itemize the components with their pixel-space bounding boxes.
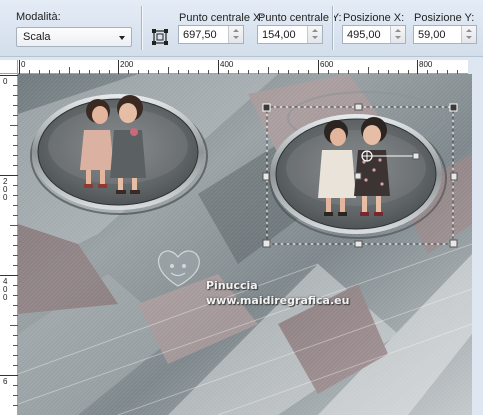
- position-x-spinner[interactable]: [390, 26, 405, 43]
- mode-dropdown-value: Scala: [23, 31, 51, 43]
- center-x-label: Punto centrale X:: [179, 12, 264, 24]
- horizontal-ruler[interactable]: 0 200 400 600 800: [18, 60, 468, 74]
- right-gutter: [472, 60, 483, 415]
- side-handle[interactable]: [450, 172, 458, 181]
- ruler-ticks: [0, 75, 18, 406]
- corner-handle[interactable]: [449, 103, 458, 112]
- mode-dropdown[interactable]: Scala: [16, 27, 132, 47]
- watermark-name: Pinuccia: [206, 279, 258, 292]
- ruler-ticks: [19, 60, 458, 74]
- pick-tool-options-bar: Modalità: Scala Punto centrale X: 697,50…: [0, 0, 483, 57]
- center-y-spinner[interactable]: [307, 26, 322, 43]
- image-canvas[interactable]: Pinuccia www.maidiregrafica.eu: [18, 74, 472, 415]
- position-y-value: 59,00: [418, 29, 446, 41]
- center-x-spinner[interactable]: [228, 26, 243, 43]
- position-y-spinner[interactable]: [461, 26, 476, 43]
- vertical-ruler[interactable]: 0 2 0 0 4 0 0 6: [0, 74, 18, 415]
- canvas-artwork: [18, 74, 472, 415]
- watermark-site: www.maidiregrafica.eu: [206, 294, 350, 307]
- position-x-value: 495,00: [347, 29, 381, 41]
- corner-handle[interactable]: [262, 239, 271, 248]
- ruler-corner: [0, 60, 18, 74]
- pick-node-button[interactable]: [149, 26, 171, 48]
- center-y-label: Punto centrale Y:: [258, 12, 342, 24]
- center-x-field[interactable]: 697,50: [178, 25, 244, 44]
- transform-node-icon: [152, 29, 168, 45]
- toolbar-separator: [332, 6, 333, 50]
- side-handle[interactable]: [354, 103, 363, 111]
- position-x-label: Posizione X:: [343, 12, 405, 24]
- position-x-field[interactable]: 495,00: [342, 25, 406, 44]
- center-y-field[interactable]: 154,00: [257, 25, 323, 44]
- center-x-value: 697,50: [183, 29, 217, 41]
- corner-handle[interactable]: [262, 103, 271, 112]
- position-y-field[interactable]: 59,00: [413, 25, 477, 44]
- mode-label: Modalità:: [16, 11, 61, 23]
- rotation-handle[interactable]: [412, 152, 420, 160]
- toolbar-separator: [141, 6, 142, 50]
- side-handle[interactable]: [262, 172, 270, 181]
- center-y-value: 154,00: [262, 29, 296, 41]
- chevron-down-icon: [119, 36, 125, 40]
- side-handle[interactable]: [354, 240, 363, 248]
- position-y-label: Posizione Y:: [414, 12, 475, 24]
- corner-handle[interactable]: [449, 239, 458, 248]
